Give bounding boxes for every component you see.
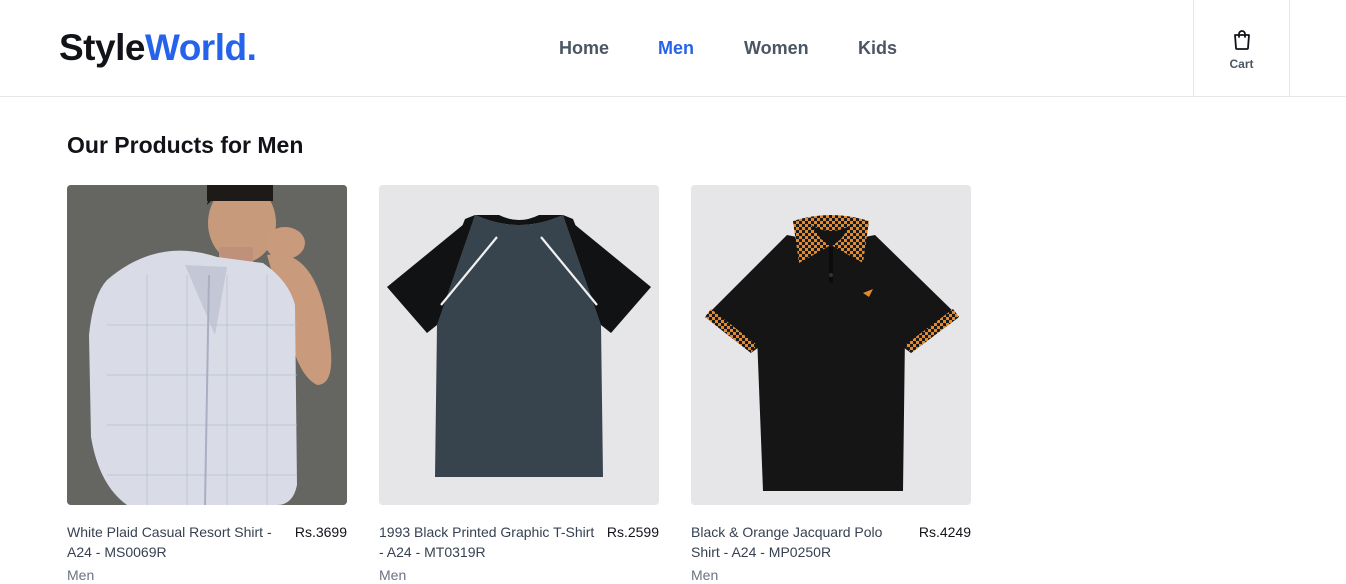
- cart-label: Cart: [1229, 56, 1254, 71]
- product-name[interactable]: White Plaid Casual Resort Shirt - A24 - …: [67, 522, 287, 562]
- nav-men[interactable]: Men: [658, 36, 694, 60]
- page-title: Our Products for Men: [67, 132, 304, 158]
- polo-shirt-image: [691, 185, 971, 505]
- site-header: StyleWorld. Home Men Women Kids Cart: [0, 0, 1346, 97]
- shopping-bag-icon: [1233, 29, 1250, 50]
- product-image[interactable]: [379, 185, 659, 505]
- product-image[interactable]: [67, 185, 347, 505]
- product-category: Men: [67, 567, 95, 583]
- product-card[interactable]: Black & Orange Jacquard Polo Shirt - A24…: [691, 185, 971, 584]
- brand-logo-part1: Style: [59, 27, 145, 68]
- nav-kids[interactable]: Kids: [858, 36, 897, 60]
- product-price: Rs.4249: [918, 524, 971, 540]
- tshirt-image: [379, 185, 659, 505]
- shirt-model-image: [67, 185, 347, 505]
- brand-logo[interactable]: StyleWorld.: [59, 26, 257, 70]
- product-price: Rs.3699: [294, 524, 347, 540]
- product-category: Men: [691, 567, 719, 583]
- product-card[interactable]: 1993 Black Printed Graphic T-Shirt - A24…: [379, 185, 659, 584]
- product-card[interactable]: White Plaid Casual Resort Shirt - A24 - …: [67, 185, 347, 584]
- nav-home[interactable]: Home: [559, 36, 609, 60]
- product-category: Men: [379, 567, 407, 583]
- brand-logo-part2: World.: [144, 27, 257, 68]
- cart-button[interactable]: Cart: [1193, 0, 1290, 97]
- product-image[interactable]: [691, 185, 971, 505]
- product-name[interactable]: 1993 Black Printed Graphic T-Shirt - A24…: [379, 522, 599, 562]
- product-name[interactable]: Black & Orange Jacquard Polo Shirt - A24…: [691, 522, 911, 562]
- nav-women[interactable]: Women: [744, 36, 809, 60]
- product-price: Rs.2599: [606, 524, 659, 540]
